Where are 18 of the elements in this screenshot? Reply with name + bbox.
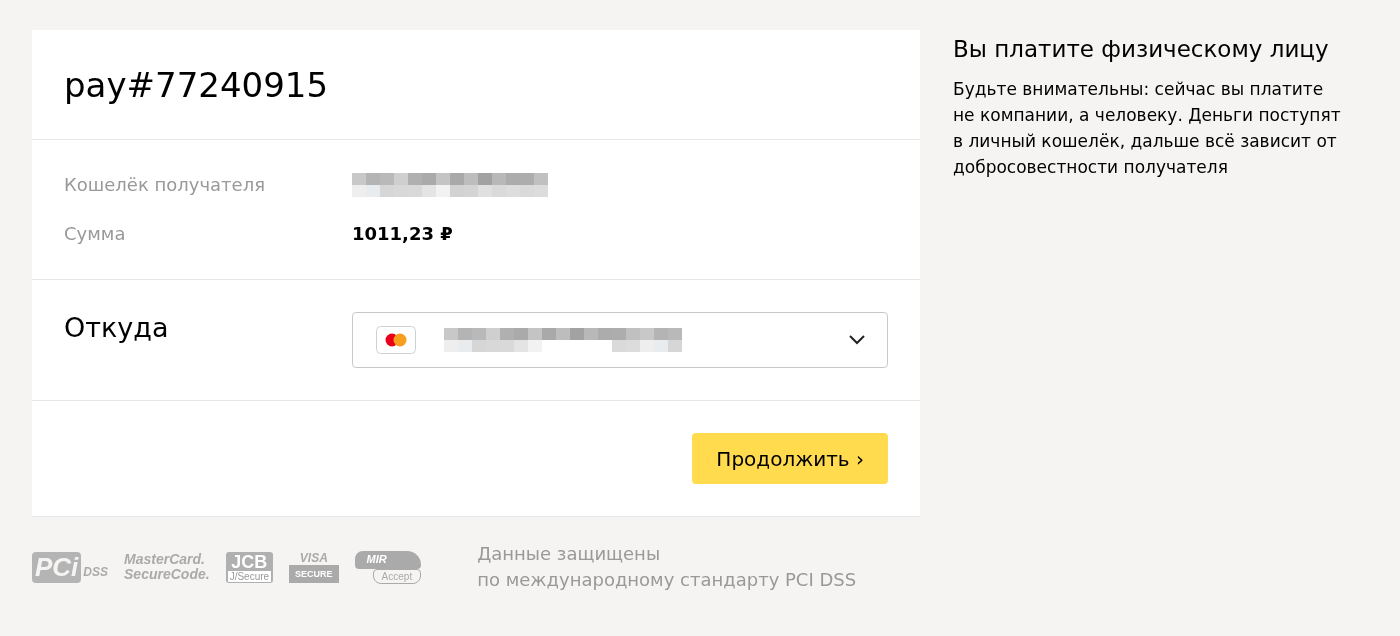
pci-dss-logo: PCi DSS	[32, 551, 109, 583]
chevron-down-icon	[849, 335, 865, 345]
mastercard-icon	[376, 326, 416, 354]
payment-title: pay#77240915	[64, 64, 329, 105]
security-note: по международному стандарту PCI DSS	[477, 568, 857, 592]
aside-title: Вы платите физическому лицу	[953, 36, 1330, 62]
mir-accept-logo: MIR Accept	[354, 550, 422, 584]
jcb-secure-logo: JCB J/Secure	[225, 551, 274, 583]
detail-value: 1011,23 ₽	[352, 223, 453, 244]
visa-secure-logo: VISA SECURE	[289, 551, 339, 583]
detail-label: Кошелёк получателя	[64, 174, 266, 195]
security-note: Данные защищены	[477, 542, 662, 566]
card-select[interactable]	[352, 312, 888, 368]
aside-text: Будьте внимательны: сейчас вы платите не компании, а человеку. Деньги поступят в личный кошелёк, дальше всё зависит от добросовестности получателя	[953, 78, 1342, 179]
mastercard-securecode-logo: MasterCard. SecureCode.	[124, 552, 210, 582]
source-label: Откуда	[64, 312, 170, 345]
continue-button[interactable]: Продолжить ›	[692, 433, 888, 484]
detail-label: Сумма	[64, 223, 127, 244]
